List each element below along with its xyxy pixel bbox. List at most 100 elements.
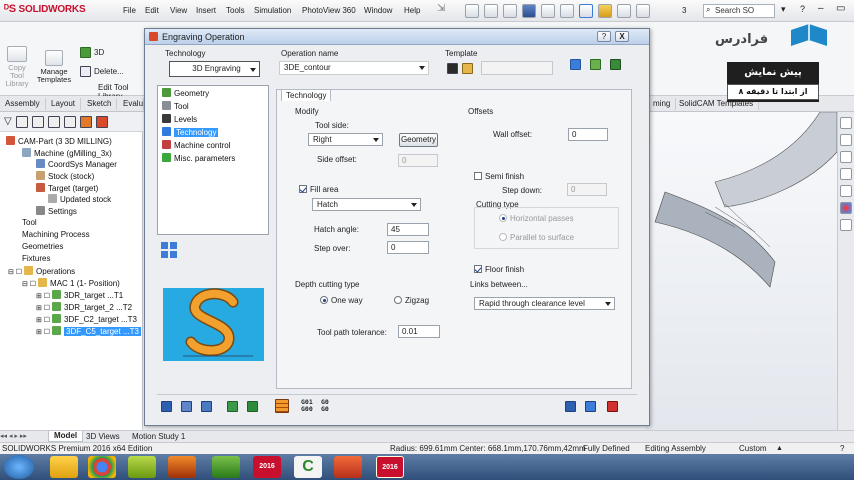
select-arrow-icon[interactable] xyxy=(579,4,593,18)
info-panel-icon[interactable] xyxy=(570,59,581,70)
property-manager-icon[interactable] xyxy=(31,115,44,128)
save-as-icon[interactable] xyxy=(181,401,192,412)
home-icon[interactable] xyxy=(840,117,852,129)
print-icon[interactable] xyxy=(541,4,555,18)
tree-op-3[interactable]: ⊞ ☐ 3DF_C2_target ...T3 xyxy=(36,314,137,326)
one-way-radio[interactable]: One way xyxy=(320,296,363,305)
undo-icon[interactable] xyxy=(560,4,574,18)
menu-view[interactable]: View xyxy=(170,6,187,15)
tree-op-1[interactable]: ⊞ ☐ 3DR_target ...T1 xyxy=(36,290,123,302)
camtasia-app-icon[interactable]: C xyxy=(294,456,322,478)
nav-levels[interactable]: Levels xyxy=(162,114,197,125)
tab-technology[interactable]: Technology xyxy=(281,89,332,101)
design-library-icon[interactable] xyxy=(840,185,852,197)
display-manager-icon[interactable] xyxy=(79,115,92,128)
nav-misc-parameters[interactable]: Misc. parameters xyxy=(162,153,235,164)
wall-offset-input[interactable]: 0 xyxy=(568,128,608,141)
tab-sketch[interactable]: Sketch xyxy=(82,98,118,110)
menu-file[interactable]: File xyxy=(123,6,136,15)
tab-machining[interactable]: ming xyxy=(648,98,677,110)
tab-evaluate[interactable]: Evalu xyxy=(118,98,144,110)
chrome-app-icon[interactable] xyxy=(88,456,116,478)
file-explorer-app-icon[interactable] xyxy=(50,456,78,478)
save-exit-icon[interactable] xyxy=(565,401,576,412)
manage-templates-button[interactable]: Manage Templates xyxy=(34,50,74,84)
graphics-area[interactable] xyxy=(645,111,838,432)
save-calculate-all-icon[interactable] xyxy=(247,401,258,412)
nav-technology[interactable]: Technology xyxy=(162,127,219,138)
tree-item-mac1[interactable]: ⊟ ☐ MAC 1 (1- Position) xyxy=(22,278,120,290)
stock-material-icon[interactable] xyxy=(275,399,289,413)
tree-item-operations[interactable]: ⊟ ☐ Operations xyxy=(8,266,75,278)
tab-assembly[interactable]: Assembly xyxy=(0,98,46,110)
zigzag-radio[interactable]: Zigzag xyxy=(394,296,429,305)
ribbon-3d-button[interactable]: 3D xyxy=(80,47,104,58)
save-icon[interactable] xyxy=(522,4,536,18)
powerpoint-app-icon[interactable] xyxy=(334,456,362,478)
menu-window[interactable]: Window xyxy=(364,6,392,15)
operation-name-combo[interactable]: 3DE_contour xyxy=(279,61,429,75)
feature-manager-icon[interactable] xyxy=(15,115,28,128)
tab-motion-study[interactable]: Motion Study 1 xyxy=(132,432,185,441)
exit-icon[interactable] xyxy=(607,401,618,412)
menu-insert[interactable]: Insert xyxy=(196,6,216,15)
dialog-help-button[interactable]: ? xyxy=(597,31,611,42)
configuration-manager-icon[interactable] xyxy=(47,115,60,128)
status-help-icon[interactable]: ? xyxy=(840,443,844,454)
options-gear-icon[interactable] xyxy=(636,4,650,18)
menu-photoview[interactable]: PhotoView 360 xyxy=(302,6,356,15)
new-file-icon[interactable] xyxy=(484,4,498,18)
help-icon[interactable]: ? xyxy=(800,4,805,14)
nav-geometry[interactable]: Geometry xyxy=(162,88,209,99)
links-between-select[interactable]: Rapid through clearance level xyxy=(474,297,615,310)
tree-item-stock[interactable]: Stock (stock) xyxy=(36,171,94,182)
solidworks-app-icon-2[interactable]: 2016 xyxy=(376,456,404,478)
geometry-button[interactable]: Geometry xyxy=(399,133,438,147)
nav-tool[interactable]: Tool xyxy=(162,101,189,112)
semi-finish-checkbox[interactable]: Semi finish xyxy=(474,172,524,181)
menu-tools[interactable]: Tools xyxy=(226,6,245,15)
tab-layout[interactable]: Layout xyxy=(46,98,82,110)
template-open-icon[interactable] xyxy=(462,63,473,74)
nav-machine-control[interactable]: Machine control xyxy=(162,140,230,151)
tab-nav-arrows-icon[interactable]: ◂◂ ◂ ▸ ▸▸ xyxy=(0,432,27,440)
tree-item-settings[interactable]: Settings xyxy=(36,206,77,217)
copy-tool-library-button[interactable]: Copy Tool Library xyxy=(4,46,30,88)
menu-help[interactable]: Help xyxy=(404,6,420,15)
solidworks-app-icon-1[interactable]: 2016 xyxy=(253,456,281,478)
hatch-angle-input[interactable]: 45 xyxy=(387,223,429,236)
restore-icon[interactable]: ▭ xyxy=(836,3,845,14)
appearances-icon[interactable] xyxy=(840,202,852,214)
excel-like-app-icon[interactable] xyxy=(212,456,240,478)
custom-properties-icon[interactable] xyxy=(840,219,852,231)
simulate-icon[interactable] xyxy=(610,59,621,70)
tree-item-machine[interactable]: Machine (gMilling_3x) xyxy=(22,148,112,159)
tab-model[interactable]: Model xyxy=(48,431,84,442)
save-icon[interactable] xyxy=(161,401,172,412)
tool-path-tolerance-input[interactable]: 0.01 xyxy=(398,325,440,338)
solidcam-manager-icon[interactable] xyxy=(95,115,108,128)
status-units[interactable]: Custom xyxy=(739,443,767,454)
side-offset-input[interactable]: 0 xyxy=(398,154,438,167)
matlab-app-icon[interactable] xyxy=(168,456,196,478)
save-calculate-icon[interactable] xyxy=(227,401,238,412)
tab-3d-views[interactable]: 3D Views xyxy=(86,432,120,441)
tree-item-coordsys[interactable]: CoordSys Manager xyxy=(36,159,117,170)
tree-item-updated-stock[interactable]: Updated stock xyxy=(48,194,111,205)
ribbon-delete-button[interactable]: Delete... xyxy=(80,66,124,77)
filter-icon[interactable]: ▽ xyxy=(4,116,12,127)
menu-edit[interactable]: Edit xyxy=(145,6,159,15)
menu-simulation[interactable]: Simulation xyxy=(254,6,291,15)
fill-area-checkbox[interactable]: Fill area xyxy=(299,185,338,194)
template-field[interactable] xyxy=(481,61,553,75)
view-palette-icon[interactable] xyxy=(840,151,852,163)
tree-item-fixtures[interactable]: Fixtures xyxy=(22,254,50,264)
tree-item-tool[interactable]: Tool xyxy=(22,218,37,228)
technology-select[interactable]: 3D Engraving xyxy=(169,61,260,77)
file-properties-icon[interactable] xyxy=(617,4,631,18)
windows-start-icon[interactable] xyxy=(4,455,34,479)
tree-item-target[interactable]: Target (target) xyxy=(36,183,98,194)
tree-op-2[interactable]: ⊞ ☐ 3DR_target_2 ...T2 xyxy=(36,302,132,314)
template-save-icon[interactable] xyxy=(447,63,458,74)
tree-item-machining-process[interactable]: Machining Process xyxy=(22,230,90,240)
